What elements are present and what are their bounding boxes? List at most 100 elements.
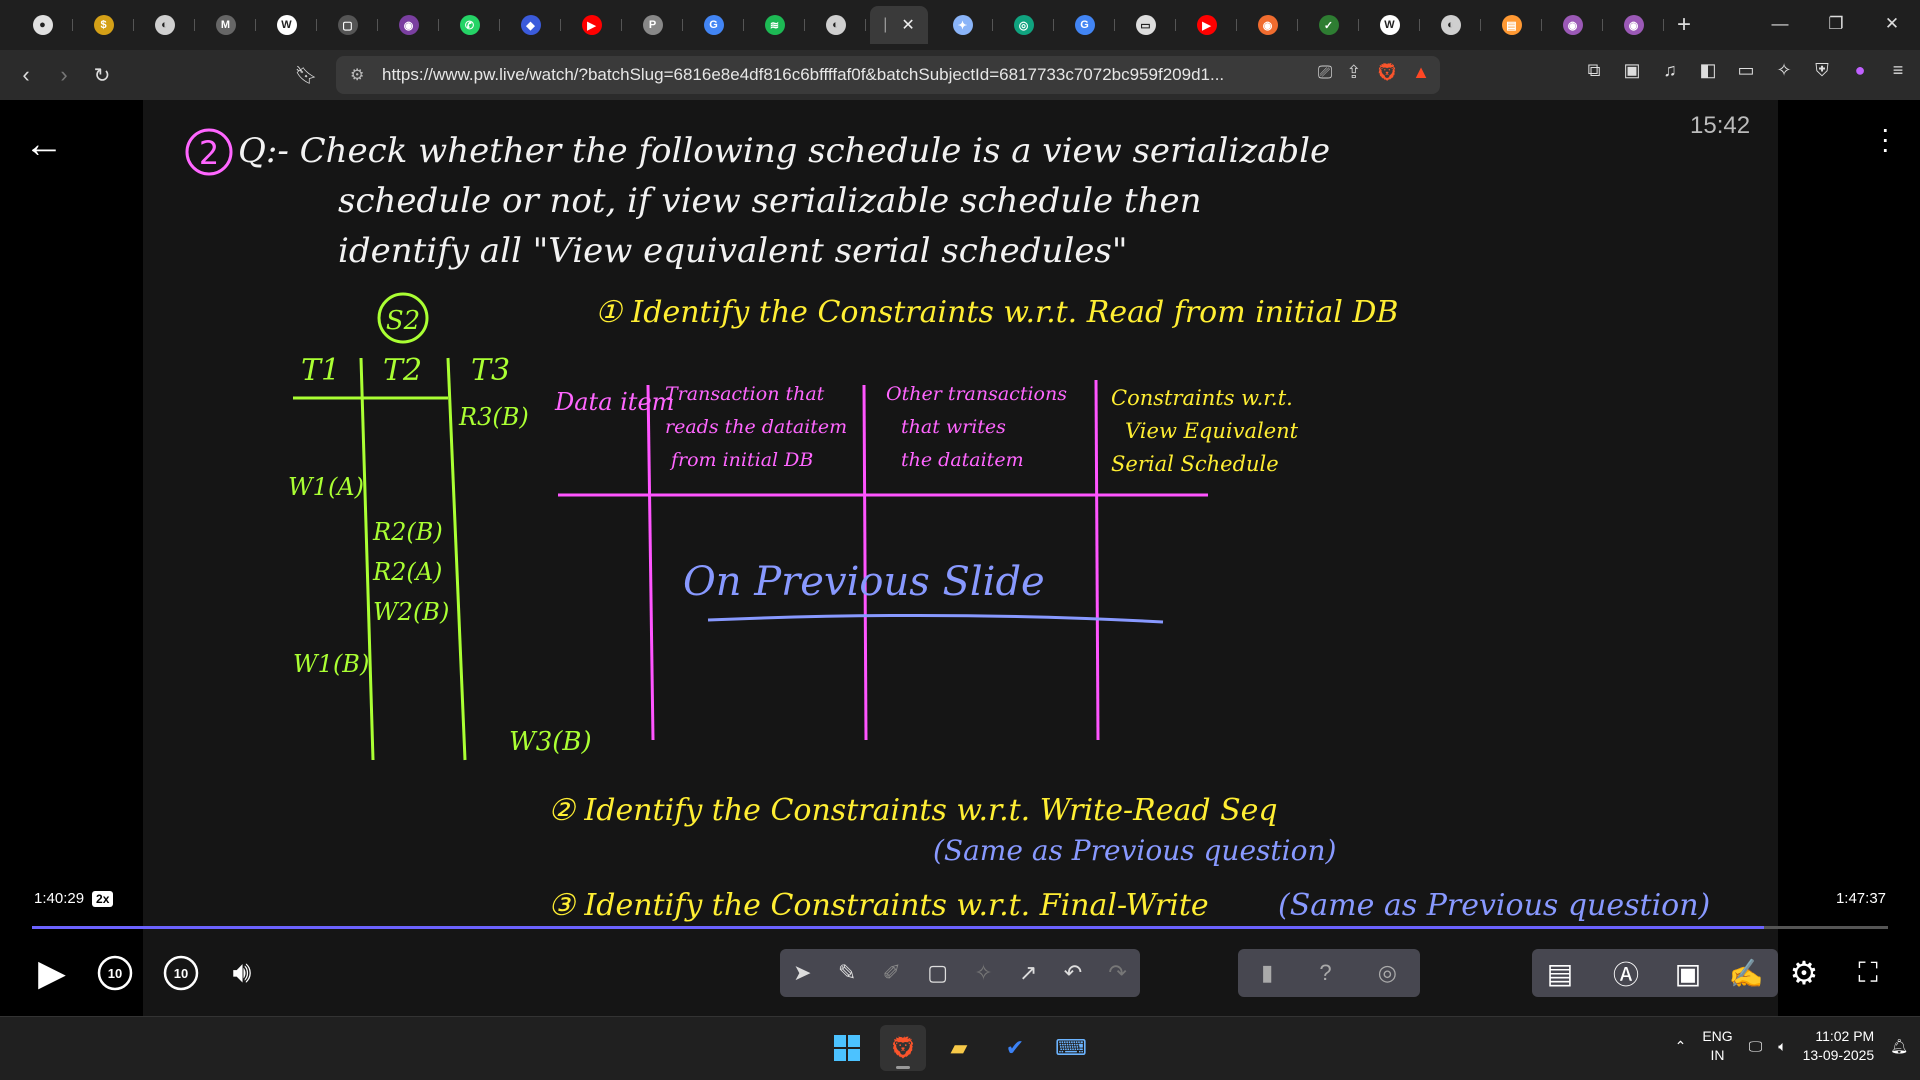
favicon-icon: ▶ (581, 15, 602, 35)
restore-button[interactable]: ❐ (1808, 0, 1864, 48)
taskbar-keyboard[interactable]: ⌨ (1048, 1025, 1094, 1071)
favicon-icon: ▶ (1196, 15, 1217, 35)
forward-10-button[interactable]: 10 (158, 945, 204, 1001)
settings-gear-icon[interactable]: ⚙ (1782, 945, 1826, 1001)
bookmark-icon[interactable]: 🔖︎ (288, 57, 324, 93)
forward-button[interactable]: › (46, 57, 82, 93)
tab-16[interactable]: ✦ (932, 6, 993, 44)
tab-13[interactable]: ≋ (744, 6, 805, 44)
leo-ai-icon[interactable]: ✧ (1770, 60, 1798, 81)
profile-icon[interactable]: ● (1846, 60, 1874, 81)
favicon-icon: ◐ (1440, 15, 1461, 35)
poll-toolbar: ▮ ? ◎ (1238, 949, 1420, 997)
reload-button[interactable]: ↻ (84, 57, 120, 93)
highlighter-icon[interactable]: ✐ (883, 960, 901, 986)
back-button[interactable]: ‹ (8, 57, 44, 93)
doubt-icon[interactable]: ? (1319, 960, 1331, 986)
rewind-label: 10 (107, 965, 123, 981)
brave-shields-icon[interactable]: 🦁︎ (1375, 62, 1398, 83)
reader-icon[interactable]: ▣ (1618, 60, 1646, 81)
sidebar-icon[interactable]: ◧ (1694, 60, 1722, 81)
volume-icon[interactable]: 🔊︎ (218, 945, 266, 1001)
tab-18[interactable]: G (1054, 6, 1115, 44)
new-tab-button[interactable]: + (1664, 11, 1704, 39)
favicon-icon: P (642, 15, 663, 35)
question-number: 2 (199, 134, 219, 172)
tab-7[interactable]: ◉ (378, 6, 439, 44)
close-window-button[interactable]: ✕ (1864, 0, 1920, 48)
tab-25[interactable]: ▤ (1481, 6, 1542, 44)
tab-23[interactable]: W (1359, 6, 1420, 44)
tab-20[interactable]: ▶ (1176, 6, 1237, 44)
favicon-icon: M (215, 15, 236, 35)
chevron-up-icon[interactable]: ⌃ (1675, 1038, 1687, 1055)
pen-icon[interactable]: ✎ (838, 960, 856, 986)
eraser-icon[interactable]: ✧ (974, 960, 992, 986)
tab-9[interactable]: ◆ (500, 6, 561, 44)
tab-22[interactable]: ✓ (1298, 6, 1359, 44)
extensions-icon[interactable]: ⧉ (1580, 60, 1608, 81)
tab-17[interactable]: ◎ (993, 6, 1054, 44)
camera-icon[interactable]: ◎ (1378, 960, 1397, 986)
col-writers-1: Other transactions (886, 383, 1067, 405)
tab-8[interactable]: ✆ (439, 6, 500, 44)
video-player[interactable]: 2 Q:- Check whether the following schedu… (0, 100, 1920, 1016)
start-button[interactable] (824, 1025, 870, 1071)
taskbar-todo[interactable]: ✔ (992, 1025, 1038, 1071)
share-icon[interactable]: ⇪ (1346, 62, 1361, 83)
omnibox[interactable]: ⚙ https://www.pw.live/watch/?batchSlug=6… (336, 56, 1440, 94)
url-text[interactable]: https://www.pw.live/watch/?batchSlug=681… (382, 65, 1282, 85)
tab-21[interactable]: ◉ (1237, 6, 1298, 44)
vpn-icon[interactable]: ⛨ (1808, 60, 1836, 81)
menu-icon[interactable]: ≡ (1884, 60, 1912, 81)
tab-14[interactable]: ◐ (805, 6, 866, 44)
cast-icon[interactable]: ⎚ (1318, 62, 1332, 83)
minimize-button[interactable]: — (1752, 0, 1808, 48)
tab-19[interactable]: ▭ (1115, 6, 1176, 44)
close-tab-icon[interactable]: ✕ (901, 15, 914, 35)
tab-3[interactable]: ◐ (134, 6, 195, 44)
brave-rewards-icon[interactable]: ▲ (1412, 62, 1430, 83)
back-arrow-icon[interactable]: ← (24, 122, 64, 167)
more-options-icon[interactable]: · · · (1881, 115, 1890, 163)
redo-icon[interactable]: ↷ (1108, 960, 1126, 986)
tab-11[interactable]: P (622, 6, 683, 44)
arrow-tool-icon[interactable]: ↗ (1019, 960, 1037, 986)
undo-icon[interactable]: ↶ (1064, 960, 1082, 986)
tab-2[interactable]: $ (73, 6, 134, 44)
notes-icon[interactable]: ✍ (1724, 945, 1768, 1001)
chat-icon[interactable]: ▤ (1538, 945, 1582, 1001)
tab-active[interactable]: | ✕ (870, 6, 928, 44)
language-indicator[interactable]: ENG IN (1702, 1027, 1732, 1065)
tab-24[interactable]: ◐ (1420, 6, 1481, 44)
network-icon[interactable]: 🖵︎ (1749, 1038, 1763, 1055)
play-icon[interactable]: ▶ (30, 945, 74, 1001)
tab-12[interactable]: G (683, 6, 744, 44)
tab-10[interactable]: ▶ (561, 6, 622, 44)
poll-icon[interactable]: ▮ (1261, 960, 1273, 986)
clock-date[interactable]: 11:02 PM 13-09-2025 (1803, 1027, 1875, 1065)
translate-icon[interactable]: Ⓐ (1604, 945, 1648, 1001)
wallet-icon[interactable]: ▭ (1732, 60, 1760, 81)
speaker-icon[interactable]: 🔈︎ (1778, 1038, 1786, 1055)
playback-speed-badge[interactable]: 2x (92, 890, 114, 907)
notification-bell-icon[interactable]: 🔔︎ (1890, 1038, 1908, 1055)
picture-in-picture-icon[interactable]: ▣ (1666, 945, 1710, 1001)
pointer-icon[interactable]: ➤ (793, 960, 811, 986)
progress-bar[interactable] (32, 926, 1888, 929)
tab-27[interactable]: ◉ (1603, 6, 1664, 44)
site-info-icon[interactable]: ⚙ (350, 65, 364, 85)
tab-4[interactable]: M (195, 6, 256, 44)
question-line-3: identify all "View equivalent serial sch… (338, 231, 1128, 271)
media-icon[interactable]: ♫ (1656, 60, 1684, 81)
tab-26[interactable]: ◉ (1542, 6, 1603, 44)
rectangle-icon[interactable]: ▢ (927, 960, 948, 986)
col-constraints-3: Serial Schedule (1111, 452, 1279, 476)
rewind-10-button[interactable]: 10 (92, 945, 138, 1001)
taskbar-brave[interactable]: 🦁︎ (880, 1025, 926, 1071)
tab-1[interactable]: ● (12, 6, 73, 44)
fullscreen-icon[interactable]: ⛶ (1846, 945, 1890, 1001)
tab-6[interactable]: ▢ (317, 6, 378, 44)
tab-5[interactable]: W (256, 6, 317, 44)
taskbar-file-explorer[interactable]: ▰ (936, 1025, 982, 1071)
